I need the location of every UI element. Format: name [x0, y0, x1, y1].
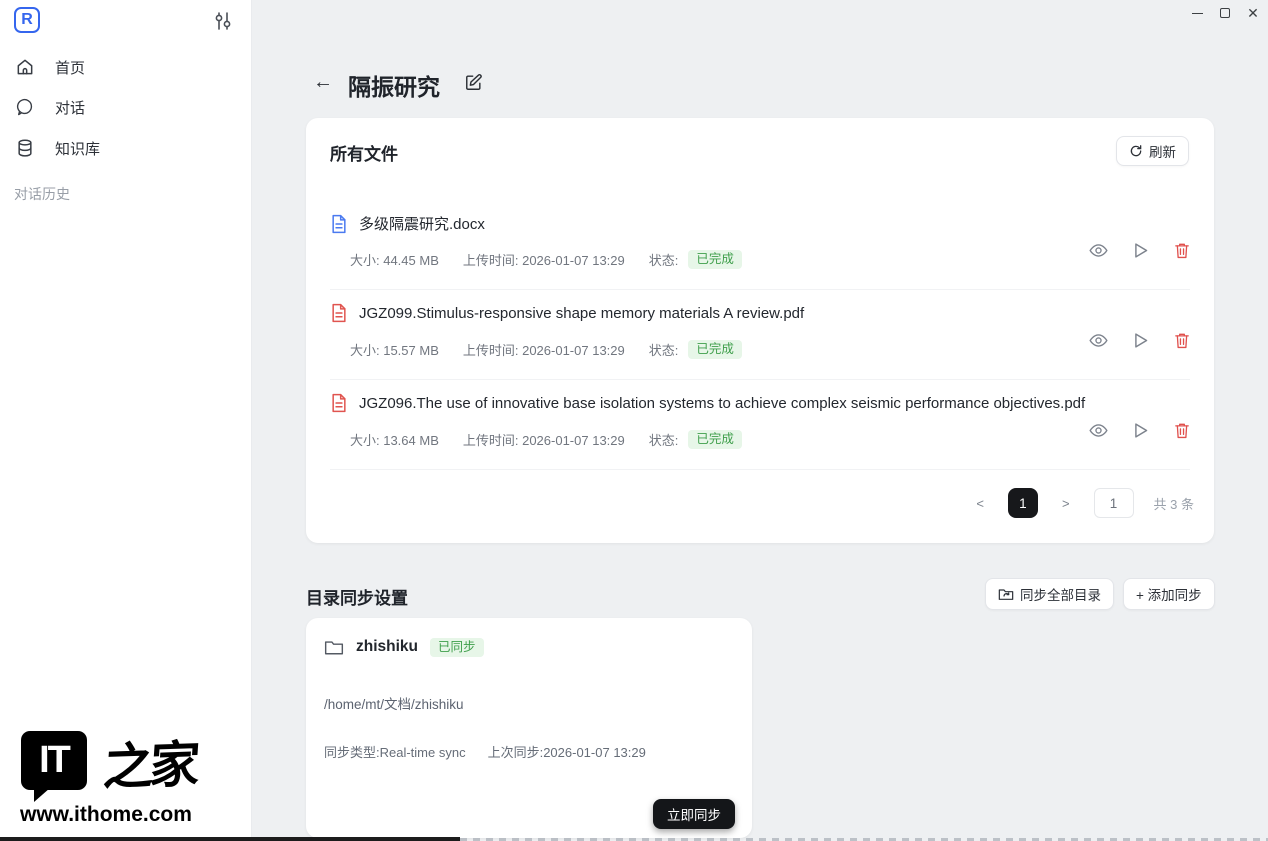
total-count-label: 共 3 条 [1154, 494, 1194, 513]
clipped-bottom-bar [0, 837, 460, 841]
chat-bubble-icon [15, 97, 35, 117]
file-status-label: 状态: [649, 340, 679, 359]
next-page-button[interactable]: > [1058, 496, 1074, 511]
sync-type-label: 同步类型:Real-time sync [324, 742, 466, 761]
preview-file-button[interactable] [1089, 423, 1108, 438]
close-icon: ✕ [1247, 5, 1259, 22]
watermark-url: www.ithome.com [20, 803, 192, 827]
file-name: 多级隔震研究.docx [359, 213, 485, 234]
folder-icon [324, 639, 344, 656]
refresh-button[interactable]: 刷新 [1116, 136, 1189, 166]
file-uploaded: 上传时间: 2026-01-07 13:29 [463, 250, 625, 269]
delete-file-button[interactable] [1174, 332, 1190, 349]
preview-file-button[interactable] [1089, 333, 1108, 348]
sidebar-item-label: 对话 [55, 97, 85, 118]
ithome-logo: IT [21, 731, 87, 790]
maximize-icon [1220, 8, 1230, 18]
add-sync-label: + 添加同步 [1136, 584, 1202, 604]
status-badge: 已完成 [688, 340, 742, 359]
sidebar-settings-icon[interactable] [212, 10, 234, 32]
database-icon [15, 138, 35, 158]
file-size: 大小: 13.64 MB [350, 430, 439, 449]
file-status-label: 状态: [649, 250, 679, 269]
add-sync-button[interactable]: + 添加同步 [1123, 578, 1215, 610]
prev-page-button[interactable]: < [972, 496, 988, 511]
ithome-logo-tail [34, 788, 50, 802]
home-icon [15, 57, 35, 77]
pdf-file-icon [330, 303, 348, 323]
sidebar-item-home[interactable]: 首页 [0, 47, 252, 87]
pagination: < 1 > 共 3 条 [972, 488, 1194, 518]
minimize-icon [1192, 13, 1203, 14]
app-logo-icon[interactable]: R [14, 7, 40, 33]
pdf-file-icon [330, 393, 348, 413]
docx-file-icon [330, 214, 348, 234]
sidebar-item-label: 知识库 [55, 138, 100, 159]
sync-section-title: 目录同步设置 [306, 584, 408, 609]
maximize-button[interactable] [1212, 1, 1238, 25]
file-size: 大小: 44.45 MB [350, 250, 439, 269]
sidebar: R 首页 对话 [0, 0, 252, 841]
file-uploaded: 上传时间: 2026-01-07 13:29 [463, 430, 625, 449]
sync-status-badge: 已同步 [430, 638, 484, 657]
sidebar-item-label: 首页 [55, 57, 85, 78]
refresh-label: 刷新 [1149, 141, 1176, 161]
sidebar-item-knowledge-base[interactable]: 知识库 [0, 128, 252, 168]
file-row[interactable]: JGZ096.The use of innovative base isolat… [330, 380, 1190, 470]
folder-sync-icon [998, 587, 1014, 601]
sync-directory-card: zhishiku 已同步 /home/mt/文档/zhishiku 同步类型:R… [306, 618, 752, 838]
page-jump-input[interactable] [1094, 488, 1134, 518]
ithome-logo-cn: 之家 [101, 724, 198, 799]
file-row[interactable]: JGZ099.Stimulus-responsive shape memory … [330, 290, 1190, 380]
delete-file-button[interactable] [1174, 422, 1190, 439]
delete-file-button[interactable] [1174, 242, 1190, 259]
status-badge: 已完成 [688, 430, 742, 449]
refresh-icon [1129, 144, 1143, 158]
close-button[interactable]: ✕ [1240, 1, 1266, 25]
status-badge: 已完成 [688, 250, 742, 269]
file-name: JGZ096.The use of innovative base isolat… [359, 395, 1085, 412]
file-uploaded: 上传时间: 2026-01-07 13:29 [463, 340, 625, 359]
minimize-button[interactable] [1184, 1, 1210, 25]
chat-history-label: 对话历史 [14, 184, 70, 204]
file-size: 大小: 15.57 MB [350, 340, 439, 359]
preview-file-button[interactable] [1089, 243, 1108, 258]
process-file-button[interactable] [1133, 332, 1149, 349]
sync-all-directories-button[interactable]: 同步全部目录 [985, 578, 1114, 610]
edit-title-icon[interactable] [464, 73, 483, 92]
file-status-label: 状态: [649, 430, 679, 449]
sync-directory-path: /home/mt/文档/zhishiku [324, 693, 464, 713]
all-files-card: 所有文件 刷新 多级隔震研究.docx 大小: 44.45 MB [306, 118, 1214, 543]
back-button[interactable]: ← [313, 71, 333, 94]
process-file-button[interactable] [1133, 422, 1149, 439]
file-row[interactable]: 多级隔震研究.docx 大小: 44.45 MB 上传时间: 2026-01-0… [330, 200, 1190, 290]
process-file-button[interactable] [1133, 242, 1149, 259]
sync-all-label: 同步全部目录 [1020, 584, 1101, 604]
sync-directory-name: zhishiku [356, 638, 418, 656]
current-page-button[interactable]: 1 [1008, 488, 1038, 518]
last-sync-label: 上次同步:2026-01-07 13:29 [488, 742, 646, 761]
sidebar-item-chat[interactable]: 对话 [0, 87, 252, 127]
file-name: JGZ099.Stimulus-responsive shape memory … [359, 305, 804, 322]
page-title: 隔振研究 [348, 68, 440, 102]
sync-now-button[interactable]: 立即同步 [653, 799, 735, 829]
files-card-title: 所有文件 [330, 140, 398, 165]
